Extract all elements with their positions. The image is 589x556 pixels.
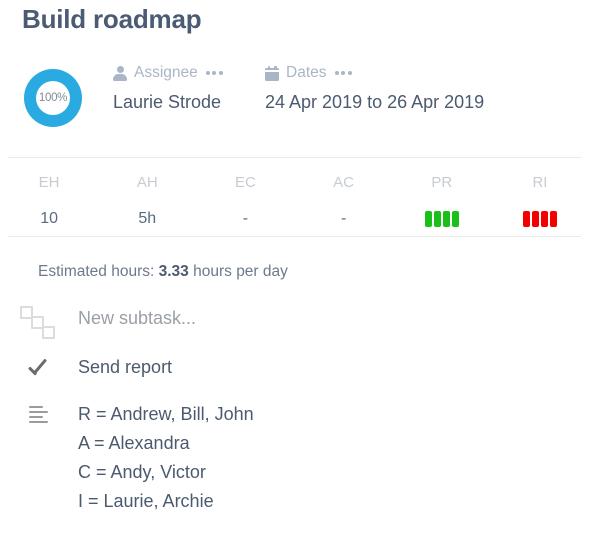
indicator-bar [442,211,450,227]
metric-ac: AC - [295,165,393,231]
page-title: Build roadmap [22,4,202,34]
notes-line: R = Andrew, Bill, John [78,404,254,424]
metric-ri-label: RI [532,174,548,191]
metric-ac-label: AC [333,174,355,191]
metric-ah: AH 5h [98,165,196,231]
meta-row: Assignee Laurie Strode Dates 24 Apr 2019… [0,62,589,142]
estimated-hours-prefix: Estimated hours: [38,263,155,280]
divider-bottom [8,236,581,237]
new-subtask-input[interactable]: New subtask... [78,304,196,333]
metric-pr-label: PR [431,174,453,191]
subtask-icon [20,306,58,340]
metric-ah-value: 5h [138,210,157,227]
indicator-bar [433,211,441,227]
metric-pr: PR [393,165,491,231]
notes-line: I = Laurie, Archie [78,491,214,511]
new-subtask-row[interactable]: New subtask... [0,304,589,340]
notes-text[interactable]: R = Andrew, Bill, John A = Alexandra C =… [78,400,254,516]
metric-ec-value: - [242,210,249,227]
metric-pr-value [424,211,459,227]
field-assignee: Assignee Laurie Strode [113,62,224,113]
priority-bars [424,211,459,227]
metric-eh: EH 10 [0,165,98,231]
check-icon[interactable] [27,355,51,379]
align-left-icon-wrap [0,400,78,424]
estimated-hours-suffix: hours per day [193,263,288,280]
metric-ec-label: EC [235,174,256,191]
task-detail-panel: Build roadmap 100% Assignee Laurie Strod… [0,0,589,556]
field-assignee-header: Assignee [113,62,224,84]
notes-row[interactable]: R = Andrew, Bill, John A = Alexandra C =… [0,400,589,516]
indicator-bar [451,211,459,227]
metric-ec: EC - [196,165,294,231]
field-assignee-label: Assignee [134,64,198,81]
field-dates-value[interactable]: 24 Apr 2019 to 26 Apr 2019 [265,92,484,113]
check-icon-wrap [0,353,78,379]
send-report-label[interactable]: Send report [78,353,172,382]
metric-ri: RI [491,165,589,231]
assignee-more-options-button[interactable] [205,68,224,78]
indicator-bar [540,211,548,227]
person-icon [113,65,127,81]
metric-eh-value: 10 [40,210,58,227]
estimated-hours: Estimated hours: 3.33 hours per day [38,263,288,281]
notes-line: C = Andy, Victor [78,462,206,482]
divider-top [8,157,581,158]
metric-eh-label: EH [38,174,60,191]
align-left-icon [29,402,49,424]
send-report-row[interactable]: Send report [0,353,589,382]
indicator-bar [549,211,557,227]
indicator-bar [522,211,530,227]
dates-more-options-button[interactable] [334,68,353,78]
notes-line: A = Alexandra [78,433,190,453]
metrics-row: EH 10 AH 5h EC - AC - PR RI [0,165,589,231]
estimated-hours-amount: 3.33 [158,263,189,280]
indicator-bar [531,211,539,227]
risk-bars [522,211,557,227]
field-assignee-value[interactable]: Laurie Strode [113,92,224,113]
calendar-icon [265,65,279,81]
field-dates-label: Dates [286,64,327,81]
metric-ri-value [522,211,557,227]
field-dates: Dates 24 Apr 2019 to 26 Apr 2019 [265,62,484,113]
metric-ah-label: AH [136,174,158,191]
field-dates-header: Dates [265,62,484,84]
indicator-bar [424,211,432,227]
subtask-icon-wrap [0,304,78,340]
metric-ac-value: - [340,210,347,227]
